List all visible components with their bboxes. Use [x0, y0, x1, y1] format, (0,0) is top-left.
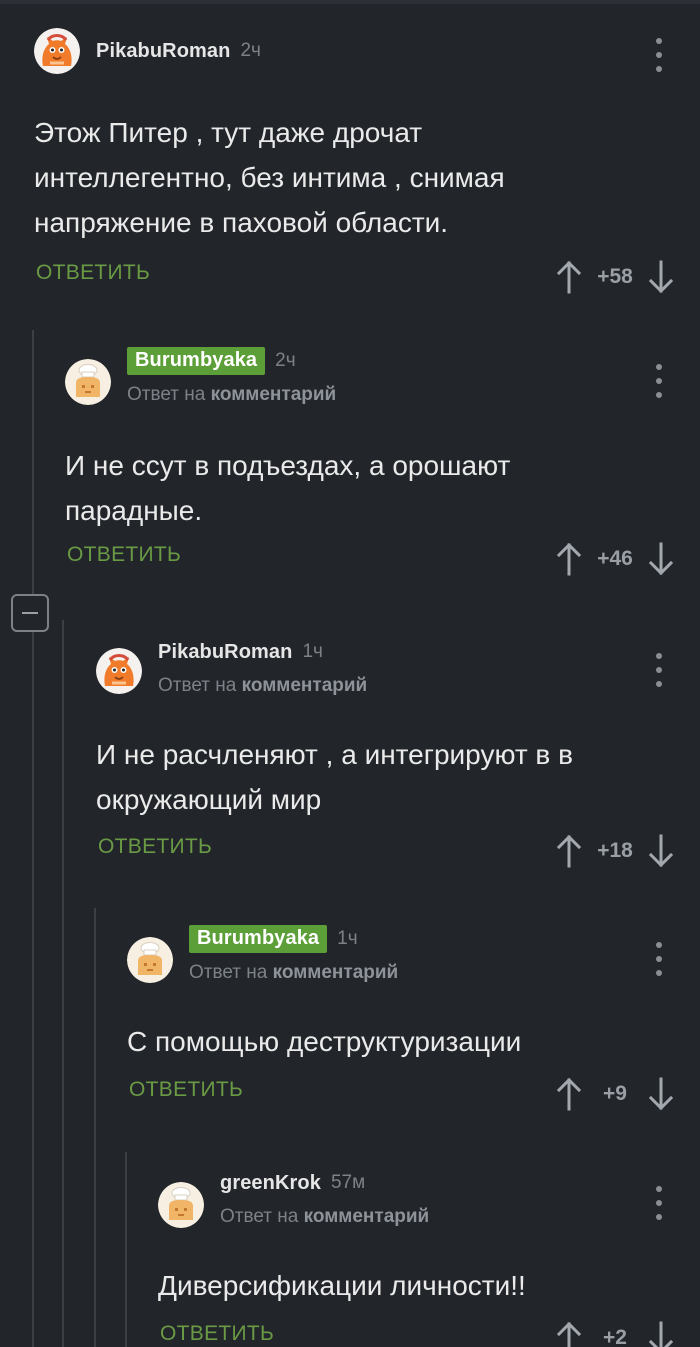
- comment-time: 1ч: [302, 641, 323, 662]
- comment: PikabuRoman 2ч Этож Питер , тут даже дро…: [34, 28, 700, 297]
- reply-to-link[interactable]: комментарий: [273, 962, 399, 983]
- minus-icon: [22, 612, 38, 614]
- comment-header: greenKrok 57м Ответ на комментарий: [158, 1168, 700, 1222]
- comment: Burumbyaka 2ч Ответ на комментарий И не …: [65, 346, 700, 579]
- comment-score: +9: [603, 1082, 627, 1105]
- comment-header: Burumbyaka 1ч Ответ на комментарий: [127, 924, 700, 983]
- comment-score: +18: [597, 839, 633, 862]
- chef-avatar-icon: [158, 1182, 204, 1228]
- more-options-icon[interactable]: [652, 653, 666, 687]
- avatar[interactable]: [127, 937, 173, 983]
- comment: PikabuRoman 1ч Ответ на комментарий И не…: [96, 637, 700, 871]
- more-options-icon[interactable]: [652, 38, 666, 72]
- comment-time: 2ч: [275, 350, 296, 371]
- thread-line[interactable]: [125, 1152, 127, 1347]
- username[interactable]: Burumbyaka: [189, 925, 328, 953]
- orange-cat-avatar-icon: [96, 648, 142, 694]
- comment: greenKrok 57м Ответ на комментарий Дивер…: [158, 1168, 700, 1347]
- thread-line[interactable]: [94, 908, 96, 1347]
- comment-footer: ОТВЕТИТЬ +58: [34, 257, 700, 297]
- reply-to-prefix: Ответ на: [127, 384, 206, 405]
- upvote-arrow-icon[interactable]: [556, 834, 582, 868]
- chef-avatar-icon: [127, 937, 173, 983]
- reply-button[interactable]: ОТВЕТИТЬ: [129, 1078, 243, 1102]
- comment-footer: ОТВЕТИТЬ +9: [127, 1074, 700, 1114]
- upvote-arrow-icon[interactable]: [556, 260, 582, 294]
- comment-meta: PikabuRoman 1ч Ответ на комментарий: [158, 637, 367, 697]
- vote-controls: +46: [556, 539, 674, 579]
- username[interactable]: greenKrok: [220, 1172, 321, 1195]
- comment-score: +46: [597, 547, 633, 570]
- downvote-arrow-icon[interactable]: [648, 1321, 674, 1347]
- comment-text: Диверсификации личности!!: [158, 1270, 526, 1301]
- comment-header: Burumbyaka 2ч Ответ на комментарий: [65, 346, 700, 405]
- comment-footer: ОТВЕТИТЬ +2: [158, 1318, 700, 1347]
- comment: Burumbyaka 1ч Ответ на комментарий С пом…: [127, 924, 700, 1114]
- reply-to-prefix: Ответ на: [189, 962, 268, 983]
- comment-footer: ОТВЕТИТЬ +46: [65, 539, 700, 579]
- comment-time: 57м: [330, 1172, 366, 1193]
- comment-text: И не расчленяют , а интегрируют в в окру…: [96, 739, 573, 815]
- reply-button[interactable]: ОТВЕТИТЬ: [98, 835, 212, 859]
- upvote-arrow-icon[interactable]: [556, 1321, 582, 1347]
- downvote-arrow-icon[interactable]: [648, 834, 674, 868]
- reply-to-link[interactable]: комментарий: [211, 384, 337, 405]
- reply-to-line: Ответ на комментарий: [220, 1206, 429, 1228]
- upvote-arrow-icon[interactable]: [556, 542, 582, 576]
- downvote-arrow-icon[interactable]: [648, 542, 674, 576]
- vote-controls: +9: [556, 1074, 674, 1114]
- reply-button[interactable]: ОТВЕТИТЬ: [160, 1322, 274, 1346]
- comment-footer: ОТВЕТИТЬ +18: [96, 831, 700, 871]
- collapse-thread-button[interactable]: [11, 594, 49, 632]
- avatar[interactable]: [96, 648, 142, 694]
- chef-avatar-icon: [65, 359, 111, 405]
- downvote-arrow-icon[interactable]: [648, 260, 674, 294]
- reply-button[interactable]: ОТВЕТИТЬ: [67, 543, 181, 567]
- vote-controls: +58: [556, 257, 674, 297]
- comment-text: И не ссут в подъездах, а орошают парадны…: [65, 450, 511, 526]
- vote-controls: +18: [556, 831, 674, 871]
- vote-controls: +2: [556, 1318, 674, 1347]
- comment-header: PikabuRoman 1ч Ответ на комментарий: [96, 637, 700, 696]
- upvote-arrow-icon[interactable]: [556, 1077, 582, 1111]
- comment-meta: Burumbyaka 1ч Ответ на комментарий: [189, 924, 398, 984]
- reply-to-link[interactable]: комментарий: [242, 675, 368, 696]
- more-options-icon[interactable]: [652, 942, 666, 976]
- reply-to-prefix: Ответ на: [158, 675, 237, 696]
- reply-to-line: Ответ на комментарий: [158, 675, 367, 697]
- comment-text: С помощью деструктуризации: [127, 1026, 522, 1057]
- reply-to-line: Ответ на комментарий: [189, 962, 398, 984]
- more-options-icon[interactable]: [652, 364, 666, 398]
- comment-time: 2ч: [240, 40, 261, 61]
- comments-page: PikabuRoman 2ч Этож Питер , тут даже дро…: [0, 0, 700, 1347]
- avatar[interactable]: [34, 28, 80, 74]
- reply-to-line: Ответ на комментарий: [127, 384, 336, 406]
- username[interactable]: Burumbyaka: [127, 347, 266, 375]
- reply-to-prefix: Ответ на: [220, 1206, 299, 1227]
- thread-line[interactable]: [62, 620, 64, 1347]
- username[interactable]: PikabuRoman: [96, 40, 230, 63]
- comment-text: Этож Питер , тут даже дрочат интеллегент…: [34, 117, 505, 238]
- comment-header: PikabuRoman 2ч: [34, 28, 700, 82]
- comment-score: +58: [597, 265, 633, 288]
- downvote-arrow-icon[interactable]: [648, 1077, 674, 1111]
- reply-button[interactable]: ОТВЕТИТЬ: [36, 261, 150, 285]
- avatar[interactable]: [158, 1182, 204, 1228]
- more-options-icon[interactable]: [652, 1186, 666, 1220]
- avatar[interactable]: [65, 359, 111, 405]
- comment-meta: greenKrok 57м Ответ на комментарий: [220, 1168, 429, 1228]
- comment-time: 1ч: [337, 928, 358, 949]
- comment-meta: PikabuRoman 2ч: [96, 36, 261, 66]
- username[interactable]: PikabuRoman: [158, 641, 292, 664]
- comment-meta: Burumbyaka 2ч Ответ на комментарий: [127, 346, 336, 406]
- top-divider: [0, 0, 700, 4]
- comment-score: +2: [603, 1326, 627, 1347]
- reply-to-link[interactable]: комментарий: [304, 1206, 430, 1227]
- thread-line[interactable]: [32, 330, 34, 1347]
- orange-cat-avatar-icon: [34, 28, 80, 74]
